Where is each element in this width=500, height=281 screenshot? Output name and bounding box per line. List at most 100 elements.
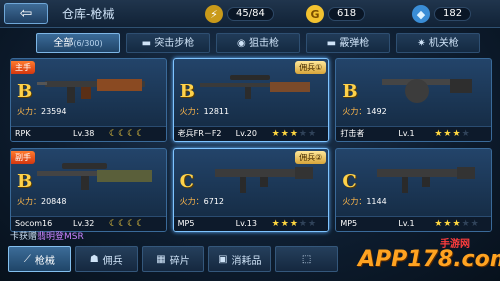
star-icon: ★ — [289, 219, 299, 229]
watermark-main: APP178.com — [358, 247, 500, 272]
news-ticker: 卡获赠翡明登MSR — [10, 229, 84, 242]
category-tabs: 全部(6/300) ▬ 突击步枪 ◉ 狙击枪 ▬ 霰弹枪 ✷ 机关枪 — [36, 33, 480, 53]
grade-label: B — [342, 81, 358, 102]
card-footer: MP5 Lv.1 ★★★★★ — [336, 216, 491, 231]
rpk-gun-icon — [37, 79, 145, 103]
bottom-nav: ⟋ 枪械 ☗ 佣兵 ▦ 碎片 ▣ 消耗品 ⬚ — [8, 246, 338, 272]
firepower-value: 6712 — [203, 197, 225, 206]
weapon-name: 老兵FR－F2 — [177, 129, 222, 138]
consumable-icon: ▣ — [218, 253, 228, 265]
diamond-resource: ◆ 182 — [412, 5, 472, 23]
card-footer: 老兵FR－F2 Lv.20 ★★★★★ — [173, 126, 329, 141]
energy-value: 45/84 — [227, 7, 274, 21]
firepower-label: 火力： — [342, 197, 367, 206]
equip-tag: 主手 — [11, 61, 35, 74]
weapon-card[interactable]: C 火力：1144 MP5 Lv.1 ★★★★★ — [335, 148, 492, 232]
star-icon: ★ — [452, 219, 462, 229]
weapon-card[interactable]: 佣兵② C 火力：6712 MP5 Lv.13 ★★★★★ — [172, 148, 330, 232]
moon-icon: ☾ — [109, 219, 119, 229]
crosshair-icon: ◉ — [237, 38, 246, 49]
gear-icon: ✷ — [417, 38, 426, 49]
moon-icon: ☾ — [127, 219, 137, 229]
nav-box[interactable]: ⬚ — [275, 246, 338, 272]
weapon-card[interactable]: 主手 B 火力：23594 RPK Lv.38 ☾☾☾☾ — [10, 58, 167, 142]
page-title: 仓库-枪械 — [62, 7, 115, 21]
watermark-small: 手游网 — [440, 239, 470, 250]
energy-resource: ⚡ 45/84 — [205, 5, 274, 23]
nav-weapons[interactable]: ⟋ 枪械 — [8, 246, 71, 272]
weapon-level: Lv.38 — [73, 129, 95, 138]
ticker-highlight: 翡明登MSR — [37, 232, 84, 242]
tab-assault-rifle[interactable]: ▬ 突击步枪 — [126, 33, 210, 53]
gun-icon: ⟋ — [23, 253, 31, 265]
firepower-value: 12811 — [203, 107, 230, 116]
grade-label: B — [17, 171, 33, 192]
tab-count: (6/300) — [73, 39, 103, 48]
minus-icon: ▬ — [141, 38, 152, 49]
minus-icon: ▬ — [326, 38, 337, 49]
sniper-rifle-icon — [199, 75, 310, 99]
tab-shotgun[interactable]: ▬ 霰弹枪 — [306, 33, 390, 53]
gold-resource: G 618 — [306, 5, 366, 23]
soldier-icon: ☗ — [89, 253, 99, 265]
star-icon: ★ — [452, 129, 462, 139]
firepower-label: 火力： — [17, 197, 41, 206]
weapon-name: MP5 — [177, 219, 195, 228]
firepower-label: 火力： — [342, 107, 367, 116]
mp5-gun-icon — [377, 167, 476, 193]
weapon-card[interactable]: B 火力：1492 打击者 Lv.1 ★★★★ — [335, 58, 492, 142]
weapon-name: 打击者 — [340, 129, 365, 138]
nav-mercenary[interactable]: ☗ 佣兵 — [74, 246, 138, 272]
nav-fragments[interactable]: ▦ 碎片 — [141, 246, 205, 272]
firepower-label: 火力： — [179, 197, 204, 206]
star-icon: ★ — [307, 219, 318, 229]
star-icon: ★ — [280, 129, 290, 139]
equip-tag: 副手 — [11, 151, 35, 164]
watermark: APP178.com 手游网 — [344, 235, 500, 275]
star-icon: ★ — [461, 219, 471, 229]
nav-label: 枪械 — [34, 255, 55, 267]
tab-label: 狙击枪 — [248, 38, 279, 49]
rating: ★★★★★ — [272, 127, 317, 141]
weapon-card[interactable]: 佣兵① B 火力：12811 老兵FR－F2 Lv.20 ★★★★★ — [172, 58, 330, 142]
star-icon: ★ — [271, 129, 281, 139]
star-icon: ★ — [271, 219, 281, 229]
star-icon: ★ — [280, 219, 290, 229]
firepower-value: 23594 — [41, 107, 67, 116]
star-icon: ★ — [298, 129, 308, 139]
moon-icon: ☾ — [127, 129, 137, 139]
firepower: 火力：1144 — [342, 196, 386, 207]
moon-icon: ☾ — [118, 129, 128, 139]
mp5-gun-icon — [214, 167, 313, 193]
moon-icon: ☾ — [136, 129, 146, 139]
tab-machine-gun[interactable]: ✷ 机关枪 — [396, 33, 480, 53]
weapon-level: Lv.13 — [235, 219, 257, 228]
weapon-card[interactable]: 副手 B 火力：20848 Socom16 Lv.32 ☾☾☾☾ — [10, 148, 167, 232]
ticker-text: 卡获赠 — [10, 232, 38, 242]
grade-label: C — [342, 171, 357, 192]
tab-sniper[interactable]: ◉ 狙击枪 — [216, 33, 300, 53]
weapon-level: Lv.20 — [235, 129, 257, 138]
rating: ☾☾☾☾ — [109, 127, 145, 141]
firepower: 火力：1492 — [342, 106, 386, 117]
tab-label: 突击步枪 — [154, 38, 195, 49]
firepower-value: 1492 — [366, 107, 387, 116]
weapon-grid: 主手 B 火力：23594 RPK Lv.38 ☾☾☾☾ 佣兵① B 火力：12… — [10, 58, 492, 232]
rating: ☾☾☾☾ — [109, 217, 145, 231]
back-button[interactable]: ⇦ — [4, 3, 48, 24]
grade-label: C — [179, 171, 194, 192]
top-bar: ⇦ 仓库-枪械 ⚡ 45/84 G 618 ◆ 182 — [0, 0, 500, 28]
gold-coin-icon: G — [306, 5, 324, 23]
moon-icon: ☾ — [109, 129, 119, 139]
star-icon: ★ — [298, 219, 308, 229]
firepower: 火力：6712 — [180, 196, 224, 207]
firepower-value: 20848 — [41, 197, 67, 206]
star-icon: ★ — [461, 129, 471, 139]
tab-all[interactable]: 全部(6/300) — [36, 33, 120, 53]
box-icon: ⬚ — [301, 253, 312, 265]
tab-label: 霰弹枪 — [339, 38, 370, 49]
grade-label: B — [17, 81, 33, 102]
nav-consumables[interactable]: ▣ 消耗品 — [208, 246, 272, 272]
card-footer: RPK Lv.38 ☾☾☾☾ — [11, 126, 166, 141]
grade-label: B — [179, 81, 195, 102]
